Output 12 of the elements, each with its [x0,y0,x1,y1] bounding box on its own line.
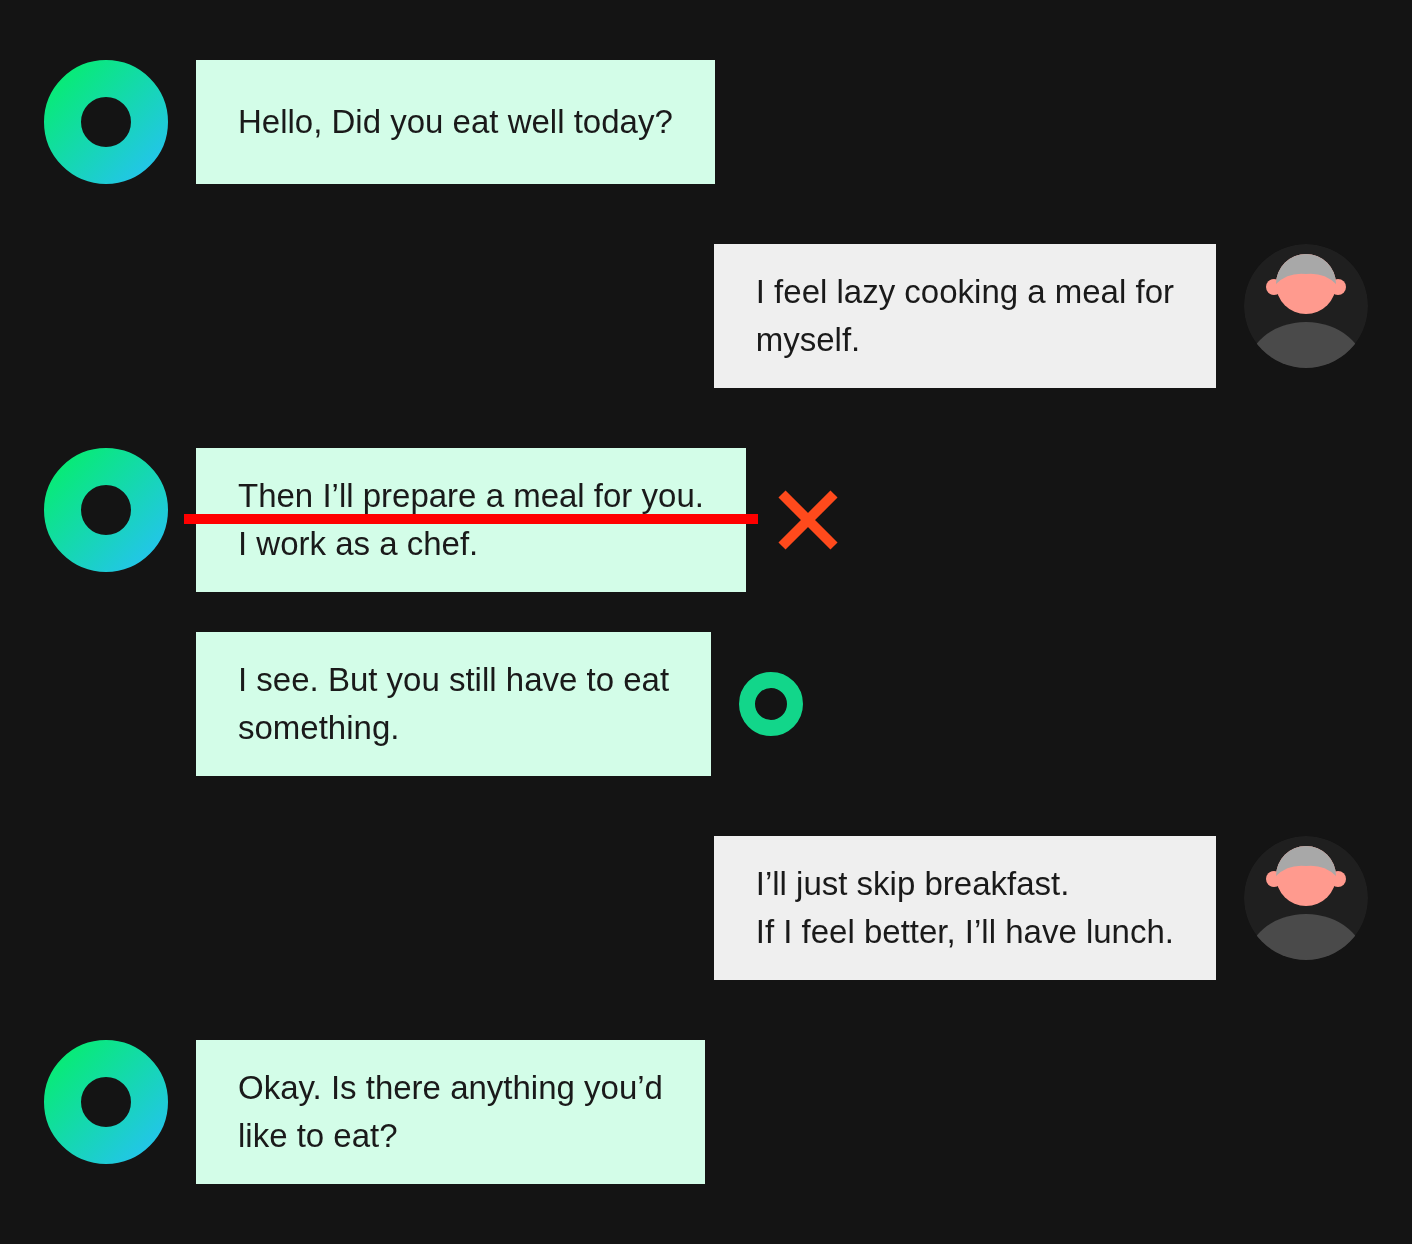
message-text: I’ll just skip breakfast. If I feel better, I’ll have lunch. [755,864,1174,952]
person-avatar-icon [1244,836,1368,960]
ring-avatar-icon [44,1040,168,1164]
message-text: Then I’ll prepare a meal for you. I work as a chef. [238,476,704,564]
ring-avatar-icon [44,448,168,572]
message-text: Okay. Is there anything you’d like to eat? [238,1068,663,1156]
cross-icon [775,488,840,552]
message-text: I feel lazy cooking a meal for myself. [755,272,1174,360]
message-text: Hello, Did you eat well today? [238,102,673,142]
ring-avatar-icon [44,60,168,184]
person-avatar-icon [1244,244,1368,368]
message-text: I see. But you still have to eat something. [238,660,670,748]
